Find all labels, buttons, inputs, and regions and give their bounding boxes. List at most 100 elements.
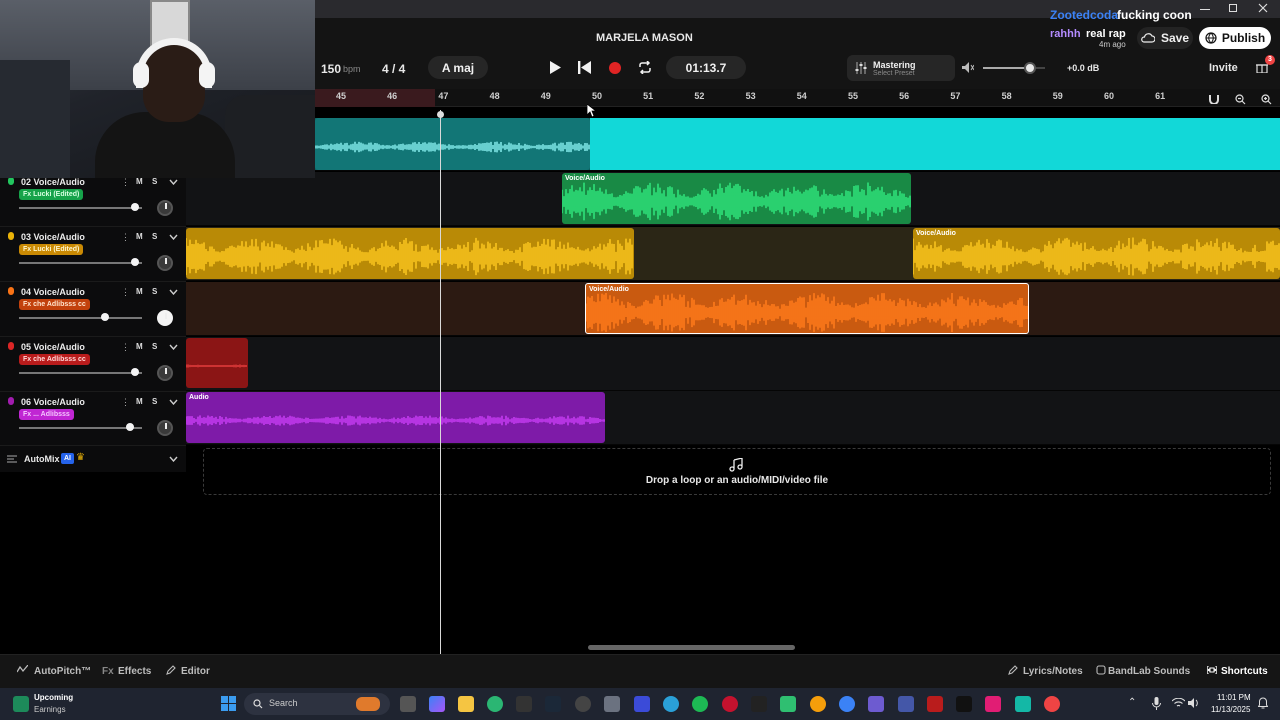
bpm-value[interactable]: 150 bbox=[321, 62, 341, 76]
mute-button[interactable]: M bbox=[136, 232, 143, 241]
record-button[interactable] bbox=[609, 62, 621, 74]
editor-button[interactable]: Editor bbox=[181, 666, 210, 677]
autopitch-button[interactable]: AutoPitch™ bbox=[34, 666, 91, 677]
chevron-down-icon[interactable] bbox=[169, 399, 178, 405]
effects-button[interactable]: Effects bbox=[118, 666, 151, 677]
app-pink-icon[interactable] bbox=[985, 696, 1001, 712]
vs-code-icon[interactable] bbox=[898, 696, 914, 712]
opera-icon[interactable] bbox=[722, 696, 738, 712]
clip-voice-03a[interactable] bbox=[186, 228, 634, 279]
pan-knob[interactable] bbox=[157, 310, 173, 326]
wifi-icon[interactable] bbox=[1172, 698, 1185, 708]
track-lane-04[interactable]: Voice/Audio bbox=[186, 282, 1280, 336]
chevron-down-icon[interactable] bbox=[169, 344, 178, 350]
notification-bell-icon[interactable] bbox=[1258, 697, 1268, 709]
clip-voice-02[interactable]: Voice/Audio bbox=[562, 173, 911, 224]
stocks-widget-icon[interactable] bbox=[13, 696, 29, 712]
chevron-down-icon[interactable] bbox=[169, 456, 178, 462]
spotify-icon[interactable] bbox=[692, 696, 708, 712]
volume-icon[interactable] bbox=[1188, 698, 1200, 708]
track-lane-06[interactable]: Audio bbox=[186, 391, 1280, 445]
invite-button[interactable]: Invite bbox=[1209, 62, 1238, 74]
automix-row[interactable]: AutoMix AI ♛ bbox=[0, 446, 186, 472]
edge-icon[interactable] bbox=[663, 696, 679, 712]
chrome-icon[interactable] bbox=[839, 696, 855, 712]
volume-thumb[interactable] bbox=[101, 313, 110, 321]
track-lane-05[interactable] bbox=[186, 337, 1280, 391]
track-header-05[interactable]: 05 Voice/Audio Fx che Adlibsss cc ⋮ M S bbox=[0, 337, 186, 392]
mute-button[interactable]: M bbox=[136, 287, 143, 296]
solo-button[interactable]: S bbox=[152, 287, 157, 296]
volume-slider[interactable] bbox=[19, 427, 142, 429]
volume-slider[interactable] bbox=[19, 372, 142, 374]
widget-title[interactable]: Upcoming bbox=[34, 693, 73, 702]
settings-icon[interactable] bbox=[604, 696, 620, 712]
solo-button[interactable]: S bbox=[152, 177, 157, 186]
fx-badge[interactable]: Fx che Adlibsss cc bbox=[19, 354, 90, 365]
lyrics-notes-button[interactable]: Lyrics/Notes bbox=[1023, 666, 1083, 677]
track-name[interactable]: 03 Voice/Audio bbox=[21, 232, 85, 242]
project-title[interactable]: MARJELA MASON bbox=[596, 32, 693, 44]
track-name[interactable]: 02 Voice/Audio bbox=[21, 177, 85, 187]
volume-slider[interactable] bbox=[19, 317, 142, 319]
loop-region[interactable] bbox=[315, 89, 435, 107]
chevron-down-icon[interactable] bbox=[169, 234, 178, 240]
app-orange-icon[interactable] bbox=[810, 696, 826, 712]
track-lane-02[interactable]: Voice/Audio bbox=[186, 172, 1280, 226]
track-header-02[interactable]: 02 Voice/Audio Fx Lucki (Edited) ⋮ M S bbox=[0, 172, 186, 227]
track-name[interactable]: 05 Voice/Audio bbox=[21, 342, 85, 352]
task-view-icon[interactable] bbox=[400, 696, 416, 712]
volume-thumb[interactable] bbox=[130, 368, 139, 376]
copilot-icon[interactable] bbox=[429, 696, 445, 712]
skip-back-icon[interactable] bbox=[578, 61, 591, 74]
clip-cyan[interactable] bbox=[590, 118, 1280, 170]
volume-thumb[interactable] bbox=[125, 423, 134, 431]
volume-slider[interactable] bbox=[19, 207, 142, 209]
track-name[interactable]: 06 Voice/Audio bbox=[21, 397, 85, 407]
publish-button[interactable]: Publish bbox=[1199, 27, 1271, 49]
more-icon[interactable]: ⋮ bbox=[121, 397, 130, 408]
clock-time[interactable]: 11:01 PM bbox=[1217, 693, 1251, 702]
track-header-03[interactable]: 03 Voice/Audio Fx Lucki (Edited) ⋮ M S bbox=[0, 227, 186, 282]
clip-dimmed[interactable] bbox=[315, 118, 590, 170]
app-red-icon[interactable] bbox=[927, 696, 943, 712]
pan-knob[interactable] bbox=[157, 365, 173, 381]
horizontal-scrollbar[interactable] bbox=[588, 645, 795, 650]
steam-icon[interactable] bbox=[545, 696, 561, 712]
zoom-in-icon[interactable] bbox=[1261, 94, 1272, 105]
minimize-icon[interactable] bbox=[1200, 9, 1210, 10]
playhead[interactable] bbox=[440, 110, 441, 654]
mute-button[interactable]: M bbox=[136, 397, 143, 406]
app-icon[interactable] bbox=[516, 696, 532, 712]
taskbar-search[interactable]: Search bbox=[244, 693, 390, 715]
edge-dev-icon[interactable] bbox=[634, 696, 650, 712]
obs-icon[interactable] bbox=[575, 696, 591, 712]
pan-knob[interactable] bbox=[157, 255, 173, 271]
app-teal-icon[interactable] bbox=[1015, 696, 1031, 712]
chevron-up-icon[interactable]: ⌃ bbox=[1128, 697, 1136, 708]
close-icon[interactable] bbox=[1258, 3, 1268, 13]
play-icon[interactable] bbox=[549, 61, 561, 74]
master-volume-slider[interactable] bbox=[983, 62, 1045, 74]
clip-voice-04[interactable]: Voice/Audio bbox=[585, 283, 1029, 334]
bandlab-icon[interactable] bbox=[1044, 696, 1060, 712]
clip-voice-05[interactable] bbox=[186, 338, 248, 388]
fx-badge[interactable]: Fx che Adlibsss cc bbox=[19, 299, 90, 310]
solo-button[interactable]: S bbox=[152, 232, 157, 241]
mute-button[interactable]: M bbox=[136, 177, 143, 186]
fx-badge[interactable]: Fx Lucki (Edited) bbox=[19, 189, 84, 200]
magnet-icon[interactable] bbox=[1209, 94, 1219, 104]
pan-knob[interactable] bbox=[157, 420, 173, 436]
loop-icon[interactable] bbox=[638, 61, 652, 74]
file-explorer-icon[interactable] bbox=[458, 696, 474, 712]
chevron-down-icon[interactable] bbox=[169, 289, 178, 295]
speaker-icon[interactable] bbox=[962, 62, 974, 73]
volume-thumb[interactable] bbox=[130, 258, 139, 266]
clip-voice-03b[interactable]: Voice/Audio bbox=[913, 228, 1280, 279]
capcut-icon[interactable] bbox=[751, 696, 767, 712]
mastering-button[interactable]: Mastering Select Preset bbox=[847, 55, 955, 81]
xbox-icon[interactable] bbox=[487, 696, 503, 712]
more-icon[interactable]: ⋮ bbox=[121, 177, 130, 188]
mute-button[interactable]: M bbox=[136, 342, 143, 351]
track-name[interactable]: 04 Voice/Audio bbox=[21, 287, 85, 297]
